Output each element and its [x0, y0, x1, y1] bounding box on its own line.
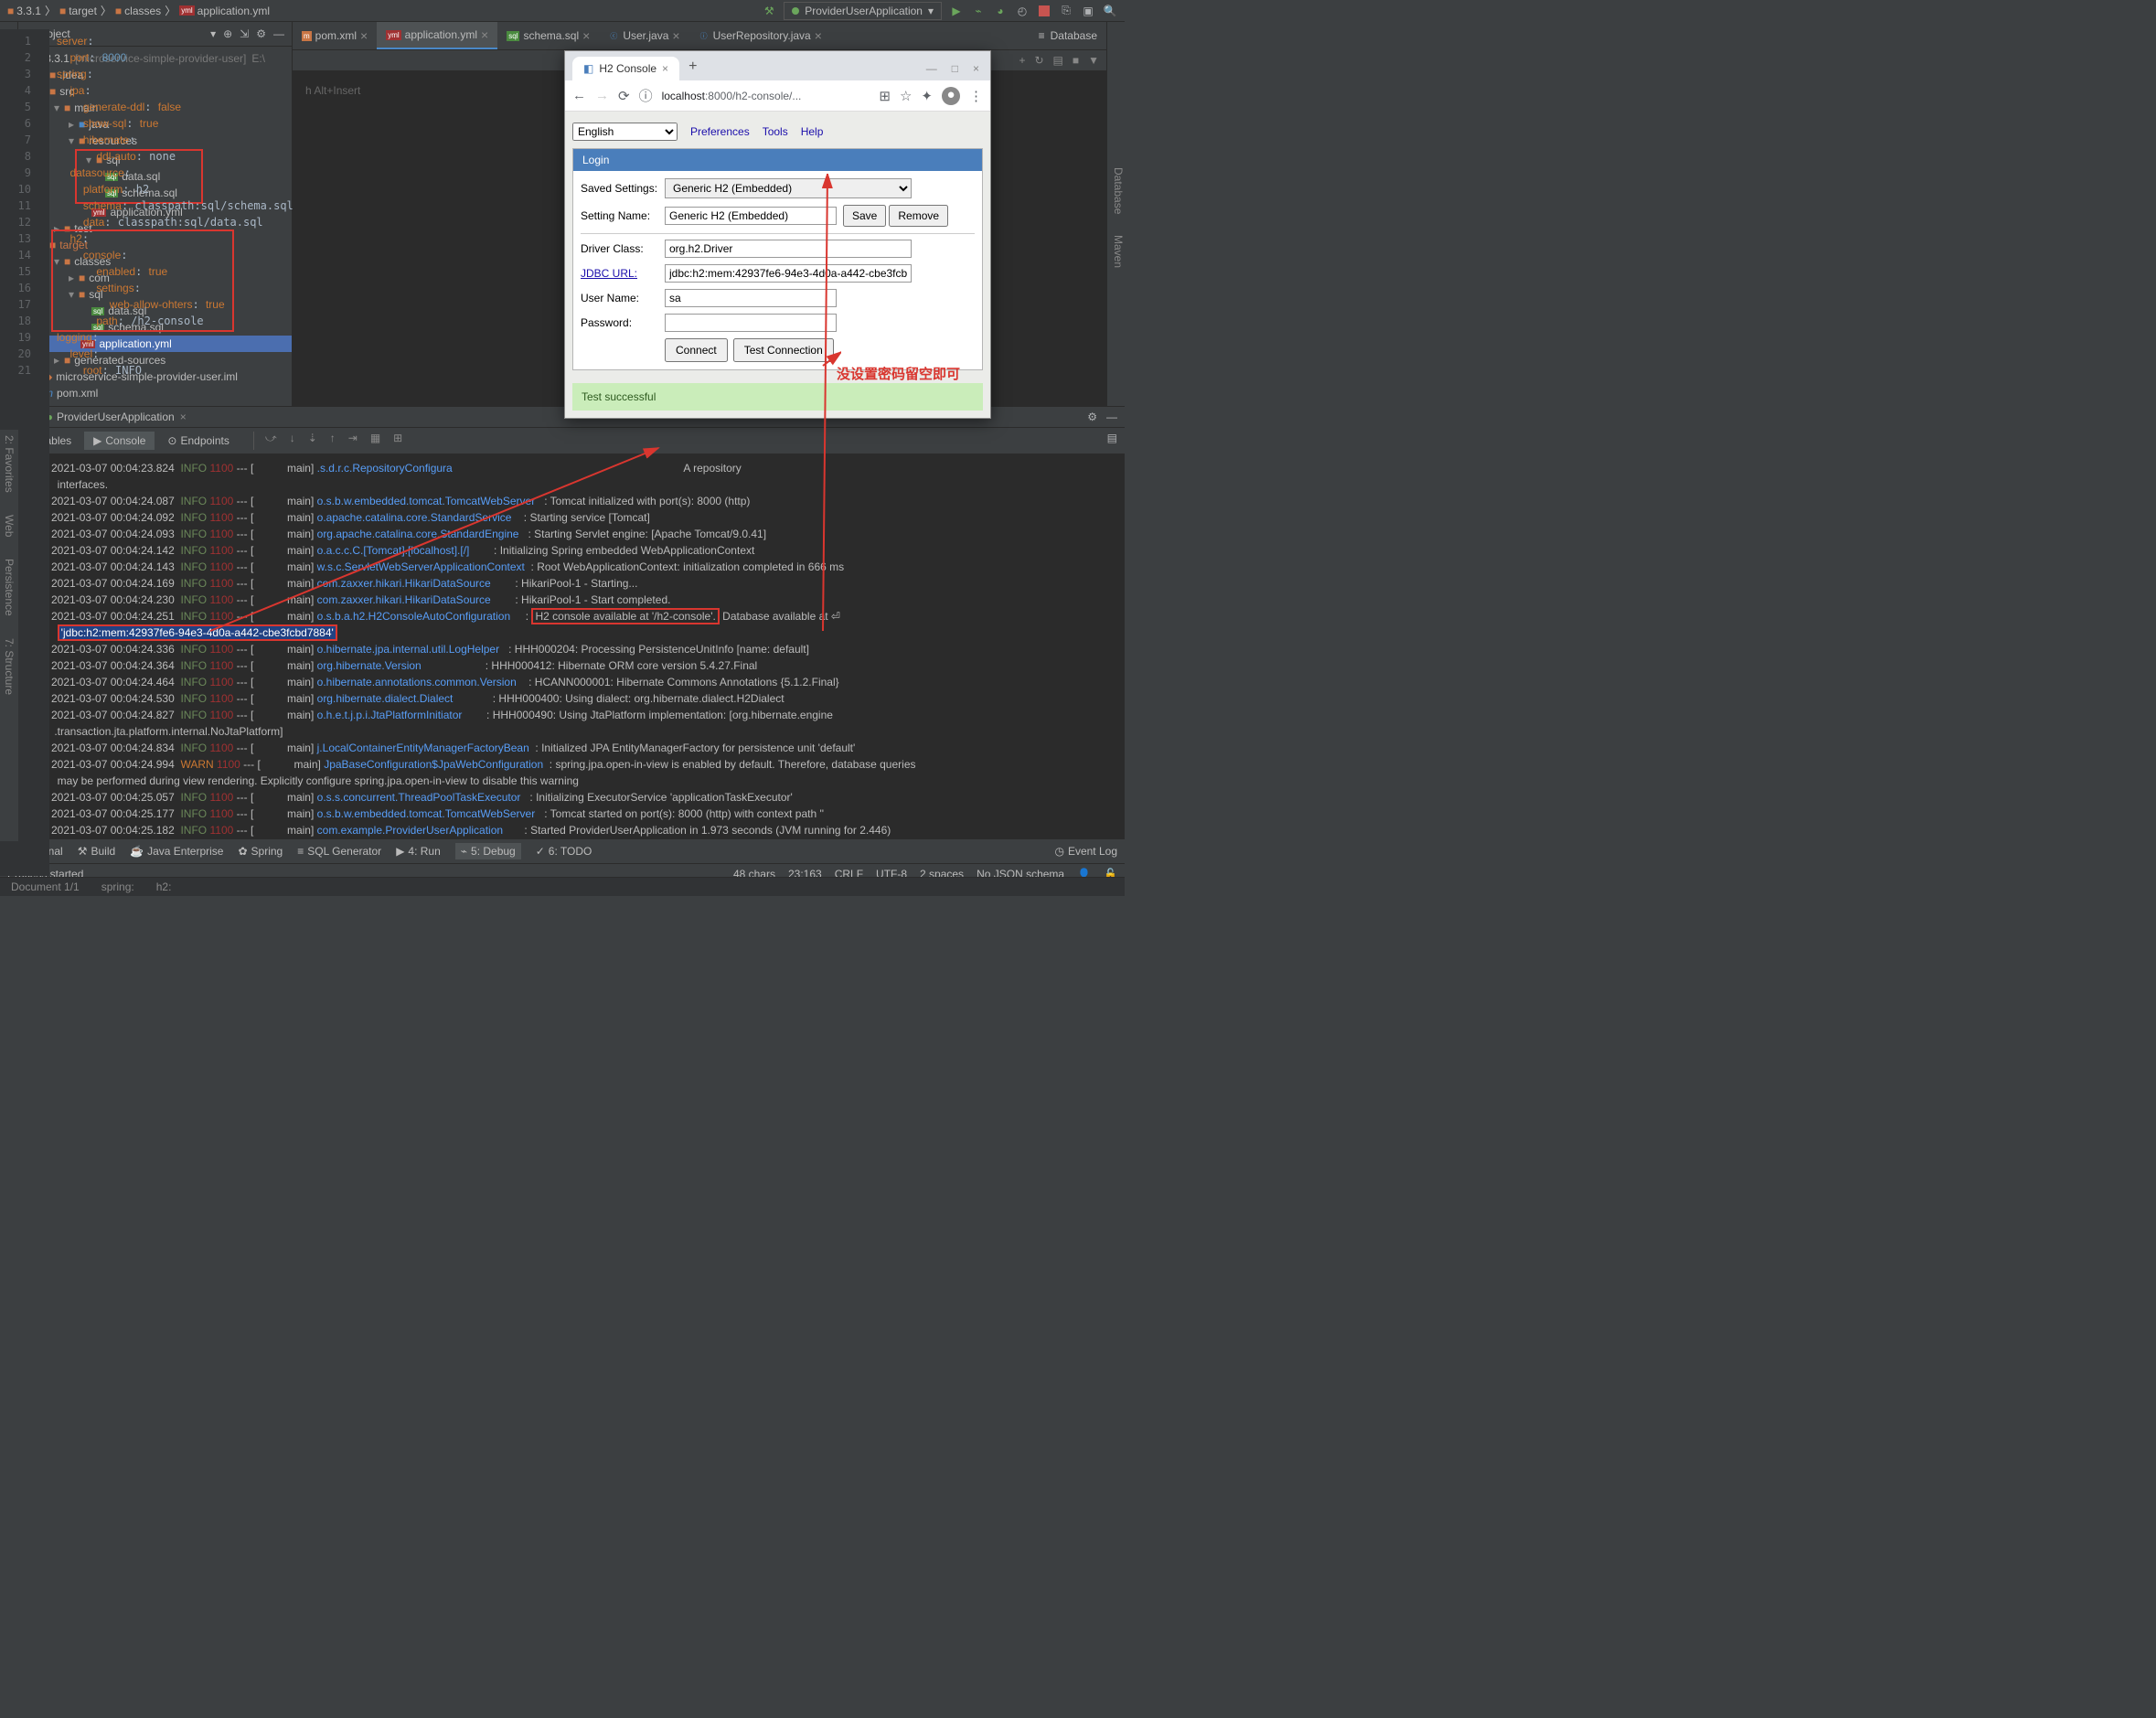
tools-link[interactable]: Tools [763, 125, 788, 138]
git-icon[interactable]: ⎘ [1059, 4, 1073, 18]
breadcrumb-root[interactable]: 3.3.1 [16, 5, 41, 17]
browser-address-bar: ← → ⟳ ⓘ localhost:8000/h2-console/... ⊞ … [565, 80, 990, 112]
editor-status-bar: Document 1/1 spring: h2: [0, 877, 1125, 896]
coverage-icon[interactable]: ◕ [993, 4, 1008, 18]
layout-icon[interactable]: ▣ [1081, 4, 1095, 18]
password-annotation: 没设置密码留空即可 [837, 364, 960, 383]
language-select[interactable]: English [572, 123, 678, 141]
saved-settings-label: Saved Settings: [581, 182, 665, 195]
breadcrumb-h2[interactable]: h2: [156, 880, 172, 893]
tab-favicon: ◧ [583, 62, 593, 75]
saved-settings-select[interactable]: Generic H2 (Embedded) [665, 178, 912, 198]
driver-class-label: Driver Class: [581, 242, 665, 255]
preferences-link[interactable]: Preferences [690, 125, 750, 138]
help-link[interactable]: Help [801, 125, 824, 138]
translate-icon[interactable]: ⊞ [879, 88, 891, 104]
user-name-label: User Name: [581, 292, 665, 304]
yml-icon: yml [179, 5, 194, 16]
debug-icon[interactable]: ⌁ [971, 4, 986, 18]
close-tab-icon[interactable]: × [662, 62, 668, 75]
run-config-icon [792, 7, 799, 15]
doc-indicator: Document 1/1 [11, 880, 80, 893]
persistence-tool[interactable]: Persistence [3, 559, 16, 616]
browser-titlebar: ◧ H2 Console × + — □ × [565, 51, 990, 80]
run-config-selector[interactable]: ProviderUserApplication ▾ [784, 2, 942, 20]
connect-button[interactable]: Connect [665, 338, 728, 362]
browser-tab[interactable]: ◧ H2 Console × [572, 57, 679, 80]
reload-icon[interactable]: ⟳ [618, 88, 630, 104]
top-nav: ■ 3.3.1 〉 ■ target 〉 ■ classes 〉 yml app… [0, 0, 1125, 22]
remove-button[interactable]: Remove [889, 205, 948, 227]
password-label: Password: [581, 316, 665, 329]
fold-gutter[interactable] [37, 29, 49, 876]
folder-icon: ■ [7, 5, 14, 17]
password-input[interactable] [665, 314, 837, 332]
folder-icon: ■ [115, 5, 122, 17]
structure-tool[interactable]: 7: Structure [3, 638, 16, 695]
test-connection-button[interactable]: Test Connection [733, 338, 834, 362]
setting-name-label: Setting Name: [581, 209, 665, 222]
tab-title: H2 Console [599, 62, 656, 75]
breadcrumb-file[interactable]: application.yml [197, 5, 270, 17]
web-tool[interactable]: Web [3, 515, 16, 537]
driver-class-input[interactable] [665, 240, 912, 258]
minimize-icon[interactable]: — [926, 62, 937, 75]
url-field[interactable]: localhost:8000/h2-console/... [662, 89, 870, 102]
run-icon[interactable]: ▶ [949, 4, 964, 18]
login-header: Login [573, 149, 982, 171]
run-config-name: ProviderUserApplication [805, 5, 923, 17]
setting-name-input[interactable] [665, 207, 837, 225]
close-window-icon[interactable]: × [973, 62, 979, 75]
jdbc-url-label[interactable]: JDBC URL: [581, 267, 665, 280]
new-tab-icon[interactable]: + [679, 53, 706, 80]
favorites-tool[interactable]: 2: Favorites [3, 435, 16, 493]
stop-icon[interactable] [1037, 4, 1051, 18]
breadcrumb-spring[interactable]: spring: [101, 880, 134, 893]
back-icon[interactable]: ← [572, 88, 586, 103]
menu-icon[interactable]: ⋮ [969, 88, 983, 104]
chevron-down-icon: ▾ [928, 5, 934, 17]
extensions-icon[interactable]: ✦ [921, 88, 933, 104]
site-info-icon[interactable]: ⓘ [639, 86, 653, 105]
breadcrumb-target[interactable]: target [69, 5, 97, 17]
maximize-icon[interactable]: □ [952, 62, 958, 75]
forward-icon[interactable]: → [595, 88, 609, 103]
profiler-icon[interactable]: ◴ [1015, 4, 1030, 18]
bookmark-icon[interactable]: ☆ [900, 88, 912, 104]
breadcrumb-classes[interactable]: classes [124, 5, 161, 17]
profile-icon[interactable]: ● [942, 87, 960, 105]
test-success-message: Test successful [572, 383, 983, 411]
search-icon[interactable]: 🔍 [1103, 4, 1117, 18]
jdbc-url-input[interactable] [665, 264, 912, 283]
hammer-icon[interactable]: ⚒ [762, 4, 776, 18]
save-button[interactable]: Save [843, 205, 886, 227]
user-name-input[interactable] [665, 289, 837, 307]
folder-icon: ■ [59, 5, 66, 17]
